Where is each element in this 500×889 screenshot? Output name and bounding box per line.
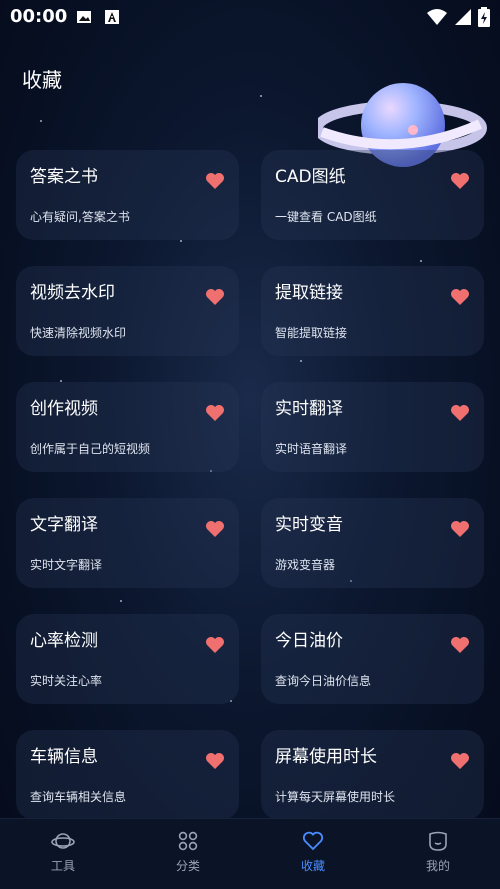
status-time: 00:00 [10, 6, 68, 27]
card-title: 今日油价 [275, 631, 343, 651]
heart-icon[interactable] [205, 752, 225, 770]
font-icon [105, 10, 119, 24]
card-extract-link[interactable]: 提取链接 智能提取链接 [261, 266, 484, 356]
heart-icon[interactable] [450, 288, 470, 306]
card-subtitle: 实时语音翻译 [275, 442, 348, 456]
card-title: 创作视频 [30, 399, 98, 419]
nav-label: 分类 [175, 859, 200, 873]
card-video-watermark[interactable]: 视频去水印 快速清除视频水印 [16, 266, 239, 356]
planet-icon [51, 833, 75, 849]
card-heart-rate[interactable]: 心率检测 实时关注心率 [16, 614, 239, 704]
card-answer-book[interactable]: 答案之书 心有疑问,答案之书 [16, 150, 239, 240]
heart-icon[interactable] [450, 752, 470, 770]
card-title: 视频去水印 [30, 283, 115, 303]
profile-icon [429, 831, 447, 851]
heart-icon[interactable] [205, 520, 225, 538]
card-vehicle-info[interactable]: 车辆信息 查询车辆相关信息 [16, 730, 239, 820]
card-title: 提取链接 [275, 283, 343, 303]
card-title: 答案之书 [30, 167, 98, 187]
bottom-nav: 工具 分类 收藏 我的 [0, 818, 500, 889]
card-subtitle: 查询车辆相关信息 [30, 790, 127, 804]
heart-icon[interactable] [450, 172, 470, 190]
wifi-icon [427, 9, 447, 25]
card-voice-changer[interactable]: 实时变音 游戏变音器 [261, 498, 484, 588]
card-text-translate[interactable]: 文字翻译 实时文字翻译 [16, 498, 239, 588]
heart-icon[interactable] [205, 404, 225, 422]
card-title: 屏幕使用时长 [275, 747, 377, 767]
image-icon [77, 11, 91, 23]
card-subtitle: 心有疑问,答案之书 [30, 210, 130, 224]
heart-icon[interactable] [450, 404, 470, 422]
card-subtitle: 实时关注心率 [30, 674, 103, 688]
card-subtitle: 计算每天屏幕使用时长 [275, 790, 396, 804]
card-subtitle: 游戏变音器 [275, 558, 336, 572]
card-title: 车辆信息 [30, 747, 98, 767]
nav-tools[interactable]: 工具 [18, 829, 108, 874]
signal-icon [455, 9, 471, 25]
card-title: 实时变音 [275, 515, 343, 535]
heart-icon [302, 831, 324, 851]
card-subtitle: 一键查看 CAD图纸 [275, 210, 377, 224]
card-create-video[interactable]: 创作视频 创作属于自己的短视频 [16, 382, 239, 472]
card-title: 文字翻译 [30, 515, 98, 535]
page-title: 收藏 [22, 68, 62, 92]
nav-categories[interactable]: 分类 [143, 829, 233, 874]
heart-icon[interactable] [205, 288, 225, 306]
nav-profile[interactable]: 我的 [393, 829, 483, 874]
card-subtitle: 查询今日油价信息 [275, 674, 372, 688]
card-realtime-translate[interactable]: 实时翻译 实时语音翻译 [261, 382, 484, 472]
heart-icon[interactable] [205, 172, 225, 190]
nav-label: 我的 [425, 859, 450, 873]
battery-icon [478, 7, 490, 27]
nav-label: 工具 [50, 859, 75, 873]
card-screen-time[interactable]: 屏幕使用时长 计算每天屏幕使用时长 [261, 730, 484, 820]
card-subtitle: 实时文字翻译 [30, 558, 103, 572]
card-title: 心率检测 [30, 631, 98, 651]
card-title: 实时翻译 [275, 399, 343, 419]
card-subtitle: 智能提取链接 [275, 326, 348, 340]
card-subtitle: 创作属于自己的短视频 [30, 442, 151, 456]
grid-icon [178, 831, 198, 851]
card-oil-price[interactable]: 今日油价 查询今日油价信息 [261, 614, 484, 704]
card-subtitle: 快速清除视频水印 [30, 326, 127, 340]
card-title: CAD图纸 [275, 167, 346, 187]
status-bar: 00:00 [0, 0, 500, 34]
nav-label: 收藏 [300, 859, 325, 873]
heart-icon[interactable] [205, 636, 225, 654]
card-cad-drawing[interactable]: CAD图纸 一键查看 CAD图纸 [261, 150, 484, 240]
nav-favorites[interactable]: 收藏 [268, 829, 358, 874]
heart-icon[interactable] [450, 636, 470, 654]
heart-icon[interactable] [450, 520, 470, 538]
